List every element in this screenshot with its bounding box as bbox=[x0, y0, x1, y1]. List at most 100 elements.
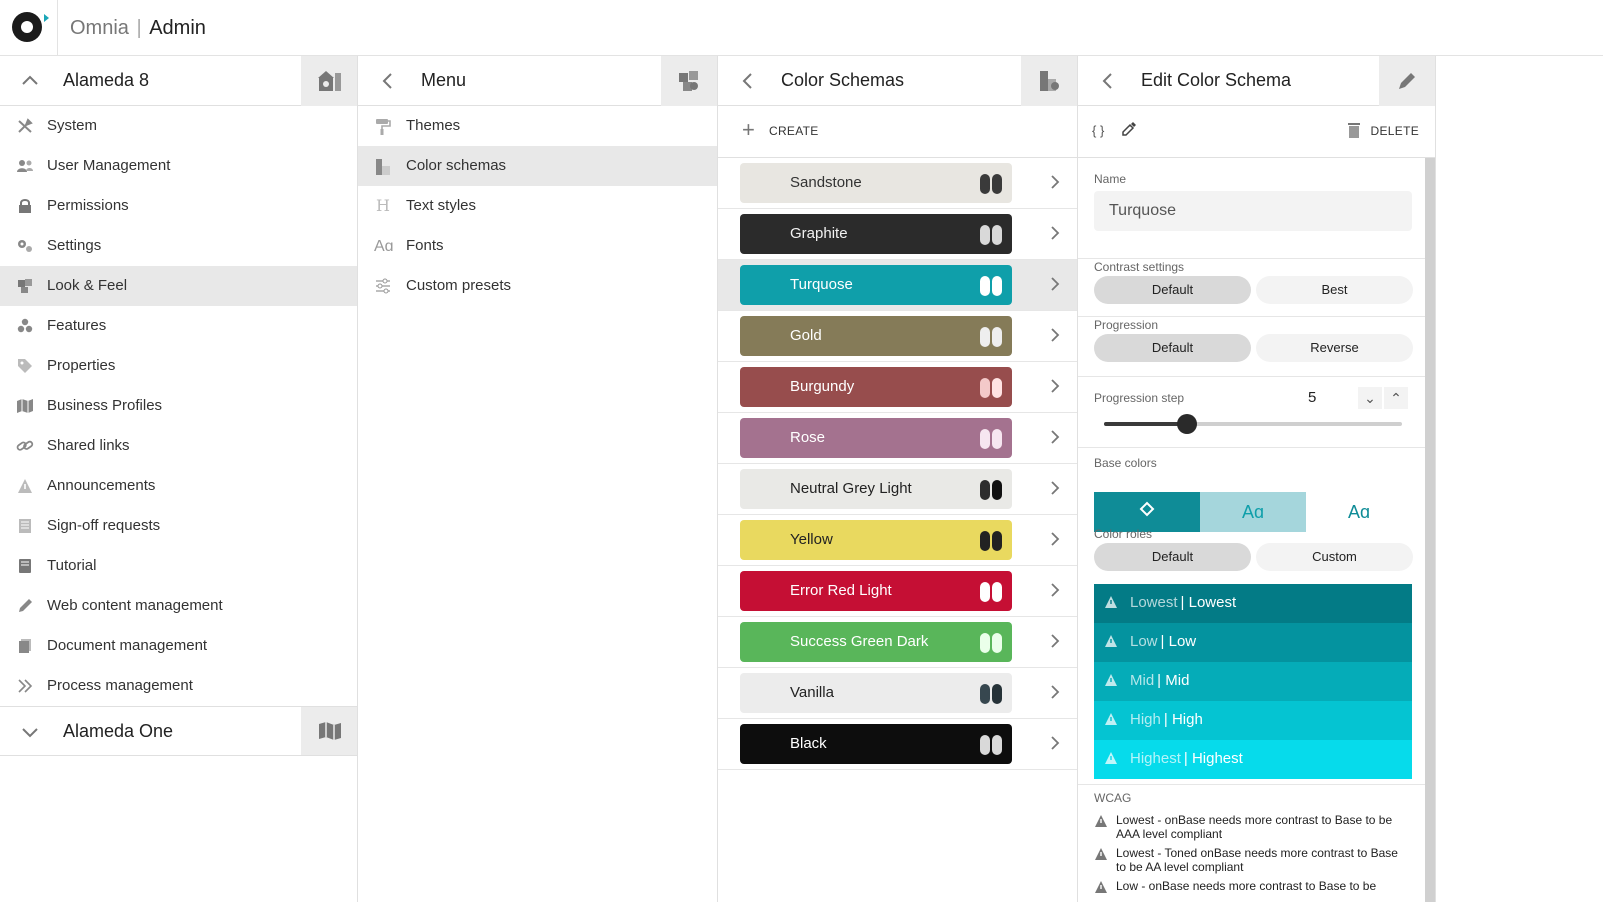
warning-icon bbox=[1095, 815, 1107, 827]
schema-row[interactable]: Gold bbox=[718, 311, 1077, 362]
schema-preview[interactable]: Success Green Dark bbox=[740, 622, 1012, 662]
title-separator: | bbox=[130, 17, 148, 39]
progression-default-button[interactable]: Default bbox=[1094, 334, 1251, 362]
chevron-right-icon[interactable] bbox=[1050, 225, 1060, 246]
chevron-right-icon[interactable] bbox=[1050, 276, 1060, 297]
nav-item-process-management[interactable]: Process management bbox=[0, 666, 357, 706]
schema-preview[interactable]: Yellow bbox=[740, 520, 1012, 560]
create-schema-button[interactable]: + CREATE bbox=[718, 106, 1077, 158]
nav-item-document-management[interactable]: Document management bbox=[0, 626, 357, 666]
nav-item-web-content-management[interactable]: Web content management bbox=[0, 586, 357, 626]
schema-preview[interactable]: Black bbox=[740, 724, 1012, 764]
schema-name: Vanilla bbox=[790, 684, 834, 701]
chevron-right-icon[interactable] bbox=[1050, 684, 1060, 705]
schema-name: Graphite bbox=[790, 225, 848, 242]
schema-row[interactable]: Yellow bbox=[718, 515, 1077, 566]
nav-item-announcements[interactable]: Announcements bbox=[0, 466, 357, 506]
second-tenant-header[interactable]: Alameda One bbox=[0, 707, 357, 755]
schema-row[interactable]: Graphite bbox=[718, 209, 1077, 260]
nav-item-business-profiles[interactable]: Business Profiles bbox=[0, 386, 357, 426]
progression-step-stepper[interactable]: 5 ⌄ ⌃ bbox=[1296, 387, 1416, 409]
chevron-right-icon[interactable] bbox=[1050, 327, 1060, 348]
nav-item-custom-presets[interactable]: Custom presets bbox=[358, 266, 717, 306]
nav-item-settings[interactable]: Settings bbox=[0, 226, 357, 266]
chevron-right-icon[interactable] bbox=[1050, 174, 1060, 195]
schema-row[interactable]: Burgundy bbox=[718, 362, 1077, 413]
nav-item-user-management[interactable]: User Management bbox=[0, 146, 357, 186]
edit-scrollbar[interactable] bbox=[1425, 158, 1435, 902]
schema-preview[interactable]: Burgundy bbox=[740, 367, 1012, 407]
schema-row[interactable]: Sandstone bbox=[718, 158, 1077, 209]
chevron-right-icon[interactable] bbox=[1050, 480, 1060, 501]
schema-row[interactable]: Turquose bbox=[718, 260, 1077, 311]
contrast-best-button[interactable]: Best bbox=[1256, 276, 1413, 304]
back-chevron-icon[interactable] bbox=[378, 71, 398, 91]
nav-item-features[interactable]: Features bbox=[0, 306, 357, 346]
progression-reverse-button[interactable]: Reverse bbox=[1256, 334, 1413, 362]
schema-row[interactable]: Black bbox=[718, 719, 1077, 770]
color-role-row[interactable]: Mid | Mid bbox=[1094, 662, 1412, 701]
schema-row[interactable]: Vanilla bbox=[718, 668, 1077, 719]
chevron-down-icon[interactable] bbox=[20, 722, 40, 742]
schema-row[interactable]: Error Red Light bbox=[718, 566, 1077, 617]
slider-knob[interactable] bbox=[1177, 414, 1198, 434]
chevron-right-icon[interactable] bbox=[1050, 582, 1060, 603]
nav-item-sign-off-requests[interactable]: Sign-off requests bbox=[0, 506, 357, 546]
edit-button[interactable] bbox=[1379, 56, 1435, 106]
nav-item-label: Process management bbox=[47, 677, 193, 694]
schema-preview[interactable]: Turquose bbox=[740, 265, 1012, 305]
nav-item-shared-links[interactable]: Shared links bbox=[0, 426, 357, 466]
second-tenant-map-button[interactable] bbox=[301, 707, 357, 755]
chevron-right-icon[interactable] bbox=[1050, 378, 1060, 399]
omnia-logo[interactable] bbox=[12, 12, 42, 42]
color-schemas-settings-button[interactable] bbox=[1021, 56, 1077, 106]
trash-icon[interactable] bbox=[1347, 121, 1361, 144]
nav-item-fonts[interactable]: Aɑ Fonts bbox=[358, 226, 717, 266]
nav-item-permissions[interactable]: Permissions bbox=[0, 186, 357, 226]
color-role-row[interactable]: Highest | Highest bbox=[1094, 740, 1412, 779]
delete-button[interactable]: DELETE bbox=[1371, 124, 1419, 138]
stepper-up-icon[interactable]: ⌃ bbox=[1384, 387, 1408, 409]
chevron-right-icon[interactable] bbox=[1050, 429, 1060, 450]
schema-row[interactable]: Neutral Grey Light bbox=[718, 464, 1077, 515]
nav-item-themes[interactable]: Themes bbox=[358, 106, 717, 146]
color-role-row[interactable]: Low | Low bbox=[1094, 623, 1412, 662]
schema-preview[interactable]: Rose bbox=[740, 418, 1012, 458]
nav-item-system[interactable]: System bbox=[0, 106, 357, 146]
schema-preview[interactable]: Gold bbox=[740, 316, 1012, 356]
tenant-footer[interactable]: Alameda One bbox=[0, 706, 357, 756]
nav-item-text-styles[interactable]: H Text styles bbox=[358, 186, 717, 226]
tenant-settings-button[interactable] bbox=[301, 56, 357, 106]
progression-step-slider[interactable] bbox=[1104, 414, 1402, 434]
name-input[interactable]: Turquose bbox=[1094, 191, 1412, 231]
schema-preview[interactable]: Neutral Grey Light bbox=[740, 469, 1012, 509]
chevron-right-icon[interactable] bbox=[1050, 633, 1060, 654]
contrast-default-button[interactable]: Default bbox=[1094, 276, 1251, 304]
back-chevron-icon[interactable] bbox=[1098, 71, 1118, 91]
stepper-down-icon[interactable]: ⌄ bbox=[1358, 387, 1382, 409]
progression-step-value: 5 bbox=[1308, 389, 1317, 406]
code-braces-icon[interactable]: { } bbox=[1092, 123, 1104, 138]
schema-preview[interactable]: Vanilla bbox=[740, 673, 1012, 713]
schema-preview[interactable]: Graphite bbox=[740, 214, 1012, 254]
menu-settings-button[interactable] bbox=[661, 56, 717, 106]
tenant-header[interactable]: Alameda 8 bbox=[0, 56, 357, 106]
color-role-row[interactable]: High | High bbox=[1094, 701, 1412, 740]
chevron-right-icon[interactable] bbox=[1050, 735, 1060, 756]
schema-preview[interactable]: Error Red Light bbox=[740, 571, 1012, 611]
chevron-right-icon[interactable] bbox=[1050, 531, 1060, 552]
chevron-up-icon[interactable] bbox=[20, 71, 40, 91]
back-chevron-icon[interactable] bbox=[738, 71, 758, 91]
roles-default-button[interactable]: Default bbox=[1094, 543, 1251, 571]
nav-item-color-schemas[interactable]: Color schemas bbox=[358, 146, 717, 186]
nav-item-tutorial[interactable]: Tutorial bbox=[0, 546, 357, 586]
schema-row[interactable]: Success Green Dark bbox=[718, 617, 1077, 668]
schema-row[interactable]: Rose bbox=[718, 413, 1077, 464]
eyedropper-icon[interactable] bbox=[1120, 120, 1138, 143]
nav-item-look-feel[interactable]: Look & Feel bbox=[0, 266, 357, 306]
wcag-warning-text: Lowest - Toned onBase needs more contras… bbox=[1116, 846, 1398, 874]
roles-custom-button[interactable]: Custom bbox=[1256, 543, 1413, 571]
schema-preview[interactable]: Sandstone bbox=[740, 163, 1012, 203]
nav-item-properties[interactable]: Properties bbox=[0, 346, 357, 386]
color-role-row[interactable]: Lowest | Lowest bbox=[1094, 584, 1412, 623]
